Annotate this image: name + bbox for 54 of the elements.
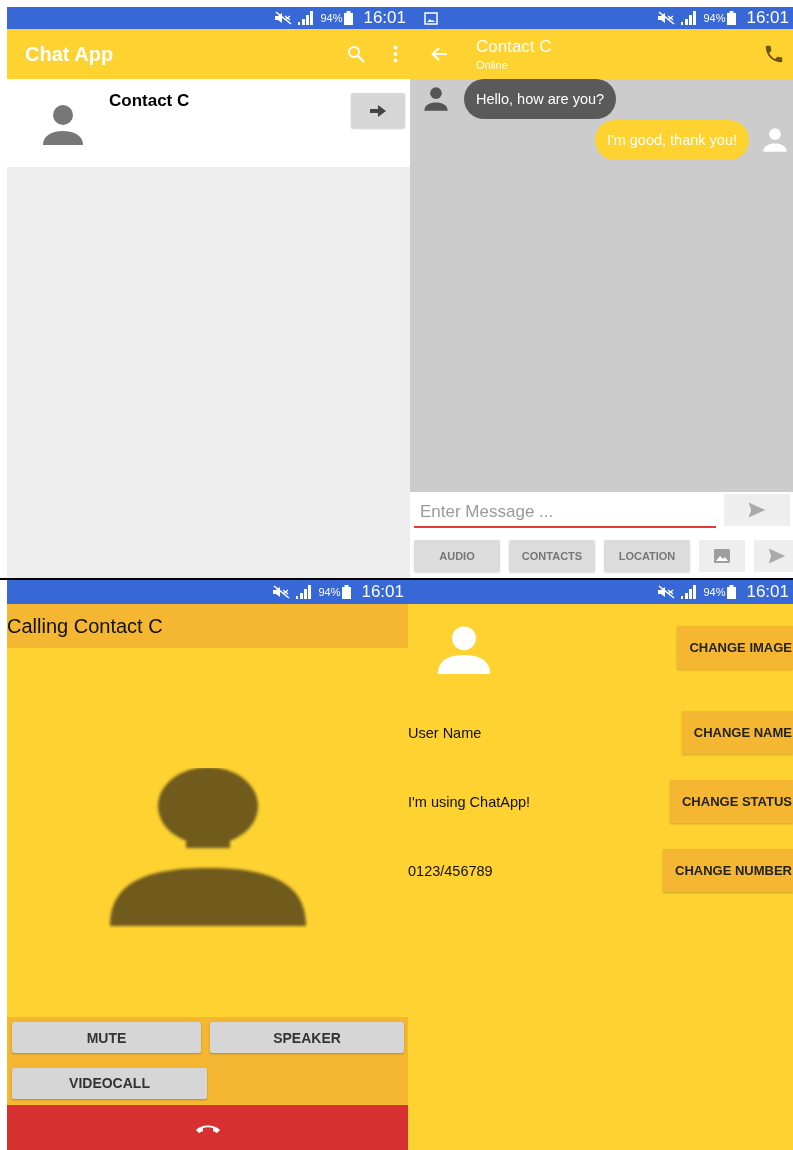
signal-icon [296, 585, 313, 599]
open-chat-button[interactable] [351, 93, 405, 128]
signal-icon [681, 585, 698, 599]
battery-icon [344, 11, 354, 25]
send-button[interactable] [724, 494, 790, 526]
battery-icon [727, 11, 737, 25]
clock-time: 16:01 [746, 8, 789, 28]
profile-field-text: User Name [408, 724, 482, 741]
user-avatar-icon [761, 126, 789, 154]
search-icon[interactable] [347, 45, 365, 63]
contact-row[interactable]: Contact C [7, 79, 410, 167]
send-button[interactable] [754, 540, 793, 572]
signal-icon [681, 11, 698, 25]
call-control-button[interactable]: SPEAKER [210, 1022, 404, 1053]
battery-percent: 94% [318, 586, 341, 598]
profile-field-text: 0123/456789 [408, 862, 493, 879]
profile-change-button[interactable]: CHANGE NUMBER [663, 849, 793, 892]
mute-icon [657, 11, 676, 25]
mute-icon [657, 585, 676, 599]
call-control-button[interactable]: VIDEOCALL [12, 1067, 207, 1099]
clock-time: 16:01 [746, 582, 789, 602]
image-button[interactable] [699, 540, 745, 572]
mute-icon [272, 585, 291, 599]
clock-time: 16:01 [363, 8, 406, 28]
end-call-button[interactable] [7, 1105, 408, 1150]
arrow-right-icon [370, 104, 386, 117]
battery-icon [727, 585, 737, 599]
profile-change-button[interactable]: CHANGE NAME [681, 711, 793, 754]
battery-percent: 94% [703, 586, 726, 598]
battery-percent: 94% [703, 12, 726, 24]
contact-name: Contact C [109, 91, 191, 112]
signal-icon [298, 11, 315, 25]
more-options-icon[interactable] [393, 45, 398, 63]
back-arrow-icon[interactable] [430, 46, 448, 62]
profile-change-button[interactable]: CHANGE STATUS [669, 780, 793, 823]
image-icon [714, 549, 730, 563]
clock-time: 16:01 [361, 582, 404, 602]
battery-percent: 94% [320, 12, 343, 24]
presence-status: Online [476, 59, 509, 71]
message-bubble: I'm good, thank you! [594, 120, 749, 160]
mute-icon [274, 11, 293, 25]
battery-icon [342, 585, 352, 599]
gallery-icon [424, 11, 438, 25]
profile-change-button[interactable]: CHANGE IMAGE [677, 625, 793, 669]
contact-avatar-icon [422, 85, 450, 113]
phone-icon[interactable] [763, 43, 785, 65]
message-bubble: Hello, how are you? [464, 79, 617, 119]
contact-name: Contact C [476, 37, 553, 57]
call-title-bar: Calling Contact C [7, 604, 408, 648]
call-control-button[interactable]: MUTE [12, 1022, 201, 1053]
app-title: Chat App [25, 42, 115, 66]
caller-avatar-icon [107, 767, 308, 928]
profile-field-text: I'm using ChatApp! [408, 793, 531, 810]
profile-avatar-icon [435, 624, 493, 674]
